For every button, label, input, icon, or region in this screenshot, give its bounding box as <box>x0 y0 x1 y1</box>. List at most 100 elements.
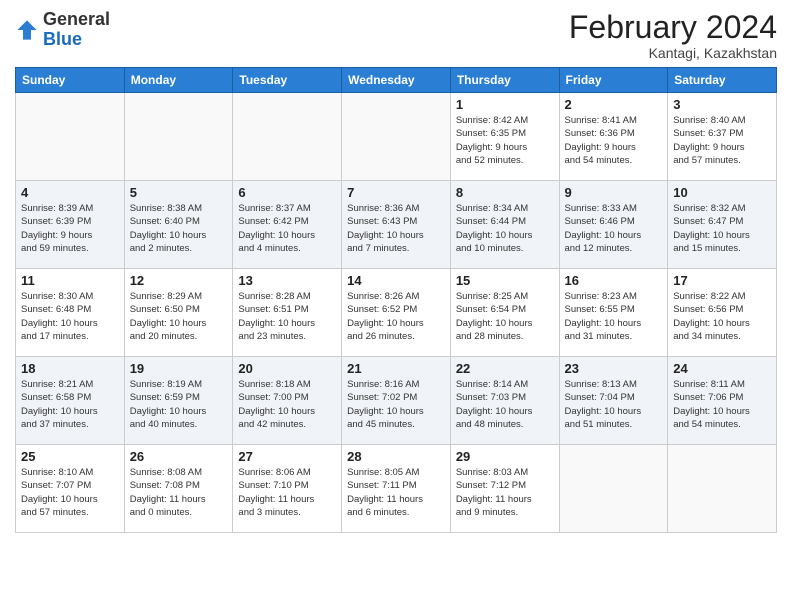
day-info: Sunrise: 8:03 AM Sunset: 7:12 PM Dayligh… <box>456 466 554 519</box>
day-header-saturday: Saturday <box>668 68 777 93</box>
day-info: Sunrise: 8:41 AM Sunset: 6:36 PM Dayligh… <box>565 114 663 167</box>
day-number: 21 <box>347 361 445 376</box>
day-info: Sunrise: 8:29 AM Sunset: 6:50 PM Dayligh… <box>130 290 228 343</box>
calendar-cell: 1 Sunrise: 8:42 AM Sunset: 6:35 PM Daylig… <box>450 93 559 181</box>
day-number: 20 <box>238 361 336 376</box>
day-info: Sunrise: 8:05 AM Sunset: 7:11 PM Dayligh… <box>347 466 445 519</box>
day-info: Sunrise: 8:38 AM Sunset: 6:40 PM Dayligh… <box>130 202 228 255</box>
calendar-cell: 21 Sunrise: 8:16 AM Sunset: 7:02 PM Dayli… <box>342 357 451 445</box>
day-number: 28 <box>347 449 445 464</box>
day-info: Sunrise: 8:21 AM Sunset: 6:58 PM Dayligh… <box>21 378 119 431</box>
day-number: 15 <box>456 273 554 288</box>
day-number: 29 <box>456 449 554 464</box>
day-info: Sunrise: 8:06 AM Sunset: 7:10 PM Dayligh… <box>238 466 336 519</box>
calendar-week-5: 25Sunrise: 8:10 AM Sunset: 7:07 PM Dayli… <box>16 445 777 533</box>
calendar-cell: 10Sunrise: 8:32 AM Sunset: 6:47 PM Dayli… <box>668 181 777 269</box>
calendar-cell: 16 Sunrise: 8:23 AM Sunset: 6:55 PM Dayli… <box>559 269 668 357</box>
logo-blue: Blue <box>43 29 82 49</box>
day-number: 18 <box>21 361 119 376</box>
logo-icon <box>15 18 39 42</box>
calendar-cell: 23Sunrise: 8:13 AM Sunset: 7:04 PM Dayli… <box>559 357 668 445</box>
day-info: Sunrise: 8:34 AM Sunset: 6:44 PM Dayligh… <box>456 202 554 255</box>
calendar-cell: 13 Sunrise: 8:28 AM Sunset: 6:51 PM Dayli… <box>233 269 342 357</box>
day-info: Sunrise: 8:33 AM Sunset: 6:46 PM Dayligh… <box>565 202 663 255</box>
calendar-cell: 26 Sunrise: 8:08 AM Sunset: 7:08 PM Dayli… <box>124 445 233 533</box>
calendar-cell: 25Sunrise: 8:10 AM Sunset: 7:07 PM Dayli… <box>16 445 125 533</box>
calendar-cell: 24 Sunrise: 8:11 AM Sunset: 7:06 PM Dayli… <box>668 357 777 445</box>
day-number: 26 <box>130 449 228 464</box>
day-info: Sunrise: 8:08 AM Sunset: 7:08 PM Dayligh… <box>130 466 228 519</box>
logo: General Blue <box>15 10 110 50</box>
calendar-week-2: 4Sunrise: 8:39 AM Sunset: 6:39 PM Daylig… <box>16 181 777 269</box>
day-number: 10 <box>673 185 771 200</box>
calendar-cell: 7Sunrise: 8:36 AM Sunset: 6:43 PM Daylig… <box>342 181 451 269</box>
day-number: 8 <box>456 185 554 200</box>
day-info: Sunrise: 8:37 AM Sunset: 6:42 PM Dayligh… <box>238 202 336 255</box>
day-number: 19 <box>130 361 228 376</box>
day-header-thursday: Thursday <box>450 68 559 93</box>
day-info: Sunrise: 8:11 AM Sunset: 7:06 PM Dayligh… <box>673 378 771 431</box>
day-header-monday: Monday <box>124 68 233 93</box>
page: General Blue February 2024 Kantagi, Kaza… <box>0 0 792 612</box>
logo-general: General <box>43 9 110 29</box>
day-info: Sunrise: 8:18 AM Sunset: 7:00 PM Dayligh… <box>238 378 336 431</box>
logo-text: General Blue <box>43 10 110 50</box>
day-number: 24 <box>673 361 771 376</box>
day-number: 7 <box>347 185 445 200</box>
day-header-sunday: Sunday <box>16 68 125 93</box>
day-number: 3 <box>673 97 771 112</box>
calendar-header-row: SundayMondayTuesdayWednesdayThursdayFrid… <box>16 68 777 93</box>
day-number: 6 <box>238 185 336 200</box>
calendar-cell: 28 Sunrise: 8:05 AM Sunset: 7:11 PM Dayli… <box>342 445 451 533</box>
calendar-cell: 2 Sunrise: 8:41 AM Sunset: 6:36 PM Daylig… <box>559 93 668 181</box>
day-info: Sunrise: 8:16 AM Sunset: 7:02 PM Dayligh… <box>347 378 445 431</box>
location: Kantagi, Kazakhstan <box>569 45 777 61</box>
day-number: 4 <box>21 185 119 200</box>
day-header-friday: Friday <box>559 68 668 93</box>
calendar-cell: 3 Sunrise: 8:40 AM Sunset: 6:37 PM Daylig… <box>668 93 777 181</box>
calendar-cell <box>342 93 451 181</box>
calendar-cell: 19Sunrise: 8:19 AM Sunset: 6:59 PM Dayli… <box>124 357 233 445</box>
day-number: 17 <box>673 273 771 288</box>
calendar-cell: 8 Sunrise: 8:34 AM Sunset: 6:44 PM Daylig… <box>450 181 559 269</box>
calendar-cell <box>16 93 125 181</box>
day-info: Sunrise: 8:23 AM Sunset: 6:55 PM Dayligh… <box>565 290 663 343</box>
day-number: 23 <box>565 361 663 376</box>
calendar-cell: 22 Sunrise: 8:14 AM Sunset: 7:03 PM Dayli… <box>450 357 559 445</box>
day-number: 12 <box>130 273 228 288</box>
calendar-cell: 12 Sunrise: 8:29 AM Sunset: 6:50 PM Dayli… <box>124 269 233 357</box>
calendar-cell: 17 Sunrise: 8:22 AM Sunset: 6:56 PM Dayli… <box>668 269 777 357</box>
day-number: 11 <box>21 273 119 288</box>
calendar-cell: 9 Sunrise: 8:33 AM Sunset: 6:46 PM Daylig… <box>559 181 668 269</box>
calendar-cell: 14Sunrise: 8:26 AM Sunset: 6:52 PM Dayli… <box>342 269 451 357</box>
calendar-cell <box>233 93 342 181</box>
day-info: Sunrise: 8:14 AM Sunset: 7:03 PM Dayligh… <box>456 378 554 431</box>
day-number: 2 <box>565 97 663 112</box>
day-info: Sunrise: 8:40 AM Sunset: 6:37 PM Dayligh… <box>673 114 771 167</box>
day-info: Sunrise: 8:10 AM Sunset: 7:07 PM Dayligh… <box>21 466 119 519</box>
day-header-wednesday: Wednesday <box>342 68 451 93</box>
calendar-cell <box>668 445 777 533</box>
day-info: Sunrise: 8:42 AM Sunset: 6:35 PM Dayligh… <box>456 114 554 167</box>
day-info: Sunrise: 8:28 AM Sunset: 6:51 PM Dayligh… <box>238 290 336 343</box>
calendar-week-1: 1 Sunrise: 8:42 AM Sunset: 6:35 PM Daylig… <box>16 93 777 181</box>
day-number: 5 <box>130 185 228 200</box>
day-number: 16 <box>565 273 663 288</box>
day-number: 9 <box>565 185 663 200</box>
day-number: 22 <box>456 361 554 376</box>
calendar-cell: 4Sunrise: 8:39 AM Sunset: 6:39 PM Daylig… <box>16 181 125 269</box>
day-number: 14 <box>347 273 445 288</box>
calendar-table: SundayMondayTuesdayWednesdayThursdayFrid… <box>15 67 777 533</box>
day-info: Sunrise: 8:22 AM Sunset: 6:56 PM Dayligh… <box>673 290 771 343</box>
calendar-week-4: 18 Sunrise: 8:21 AM Sunset: 6:58 PM Dayli… <box>16 357 777 445</box>
day-number: 27 <box>238 449 336 464</box>
month-title: February 2024 <box>569 10 777 45</box>
calendar-week-3: 11 Sunrise: 8:30 AM Sunset: 6:48 PM Dayli… <box>16 269 777 357</box>
calendar-cell: 6 Sunrise: 8:37 AM Sunset: 6:42 PM Daylig… <box>233 181 342 269</box>
day-info: Sunrise: 8:25 AM Sunset: 6:54 PM Dayligh… <box>456 290 554 343</box>
header: General Blue February 2024 Kantagi, Kaza… <box>15 10 777 61</box>
day-number: 1 <box>456 97 554 112</box>
day-info: Sunrise: 8:30 AM Sunset: 6:48 PM Dayligh… <box>21 290 119 343</box>
day-number: 13 <box>238 273 336 288</box>
calendar-cell: 5 Sunrise: 8:38 AM Sunset: 6:40 PM Daylig… <box>124 181 233 269</box>
